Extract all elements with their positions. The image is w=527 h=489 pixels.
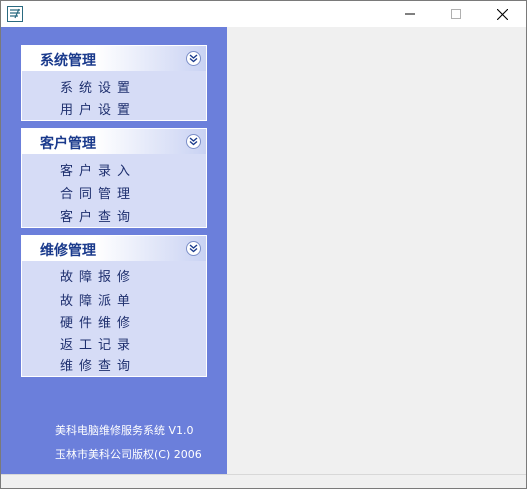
status-bar <box>1 474 526 488</box>
maximize-icon <box>451 9 461 19</box>
title-bar[interactable] <box>1 1 526 27</box>
menu-item-fault-dispatch[interactable]: 故障派单 <box>60 290 136 309</box>
group-system-management: 系统管理 系统设置 用户设置 <box>21 45 207 121</box>
menu-item-customer-entry[interactable]: 客户录入 <box>60 160 136 179</box>
group-repair-management: 维修管理 故障报修 故障派单 硬件维修 返工记录 维修查询 <box>21 235 207 377</box>
main-content-area <box>228 27 526 474</box>
group-header-repair[interactable]: 维修管理 <box>22 236 206 261</box>
close-button[interactable] <box>479 1 525 27</box>
app-icon[interactable] <box>7 6 23 22</box>
collapse-icon[interactable] <box>186 134 201 149</box>
group-title: 系统管理 <box>40 53 96 69</box>
menu-item-fault-report[interactable]: 故障报修 <box>60 266 136 285</box>
menu-item-contract-management[interactable]: 合同管理 <box>60 183 136 202</box>
menu-item-customer-query[interactable]: 客户查询 <box>60 206 136 225</box>
collapse-icon[interactable] <box>186 51 201 66</box>
app-window: 系统管理 系统设置 用户设置 客户管理 客户录入 合同管理 客户查询 维修管理 … <box>0 0 527 489</box>
app-version-text: 美科电脑维修服务系统 V1.0 <box>55 424 194 437</box>
group-customer-management: 客户管理 客户录入 合同管理 客户查询 <box>21 128 207 228</box>
menu-item-user-settings[interactable]: 用户设置 <box>60 99 136 118</box>
menu-item-repair-query[interactable]: 维修查询 <box>60 355 136 374</box>
group-header-customer[interactable]: 客户管理 <box>22 129 206 154</box>
minimize-icon <box>405 13 415 15</box>
sidebar: 系统管理 系统设置 用户设置 客户管理 客户录入 合同管理 客户查询 维修管理 … <box>1 27 227 474</box>
minimize-button[interactable] <box>387 1 433 27</box>
group-header-system[interactable]: 系统管理 <box>22 46 206 71</box>
menu-item-hardware-repair[interactable]: 硬件维修 <box>60 312 136 331</box>
close-icon <box>496 8 508 20</box>
menu-item-rework-record[interactable]: 返工记录 <box>60 334 136 353</box>
maximize-button[interactable] <box>433 1 479 27</box>
group-title: 客户管理 <box>40 136 96 152</box>
group-title: 维修管理 <box>40 243 96 259</box>
collapse-icon[interactable] <box>186 241 201 256</box>
copyright-text: 玉林市美科公司版权(C) 2006 <box>55 448 202 461</box>
menu-item-system-settings[interactable]: 系统设置 <box>60 77 136 96</box>
